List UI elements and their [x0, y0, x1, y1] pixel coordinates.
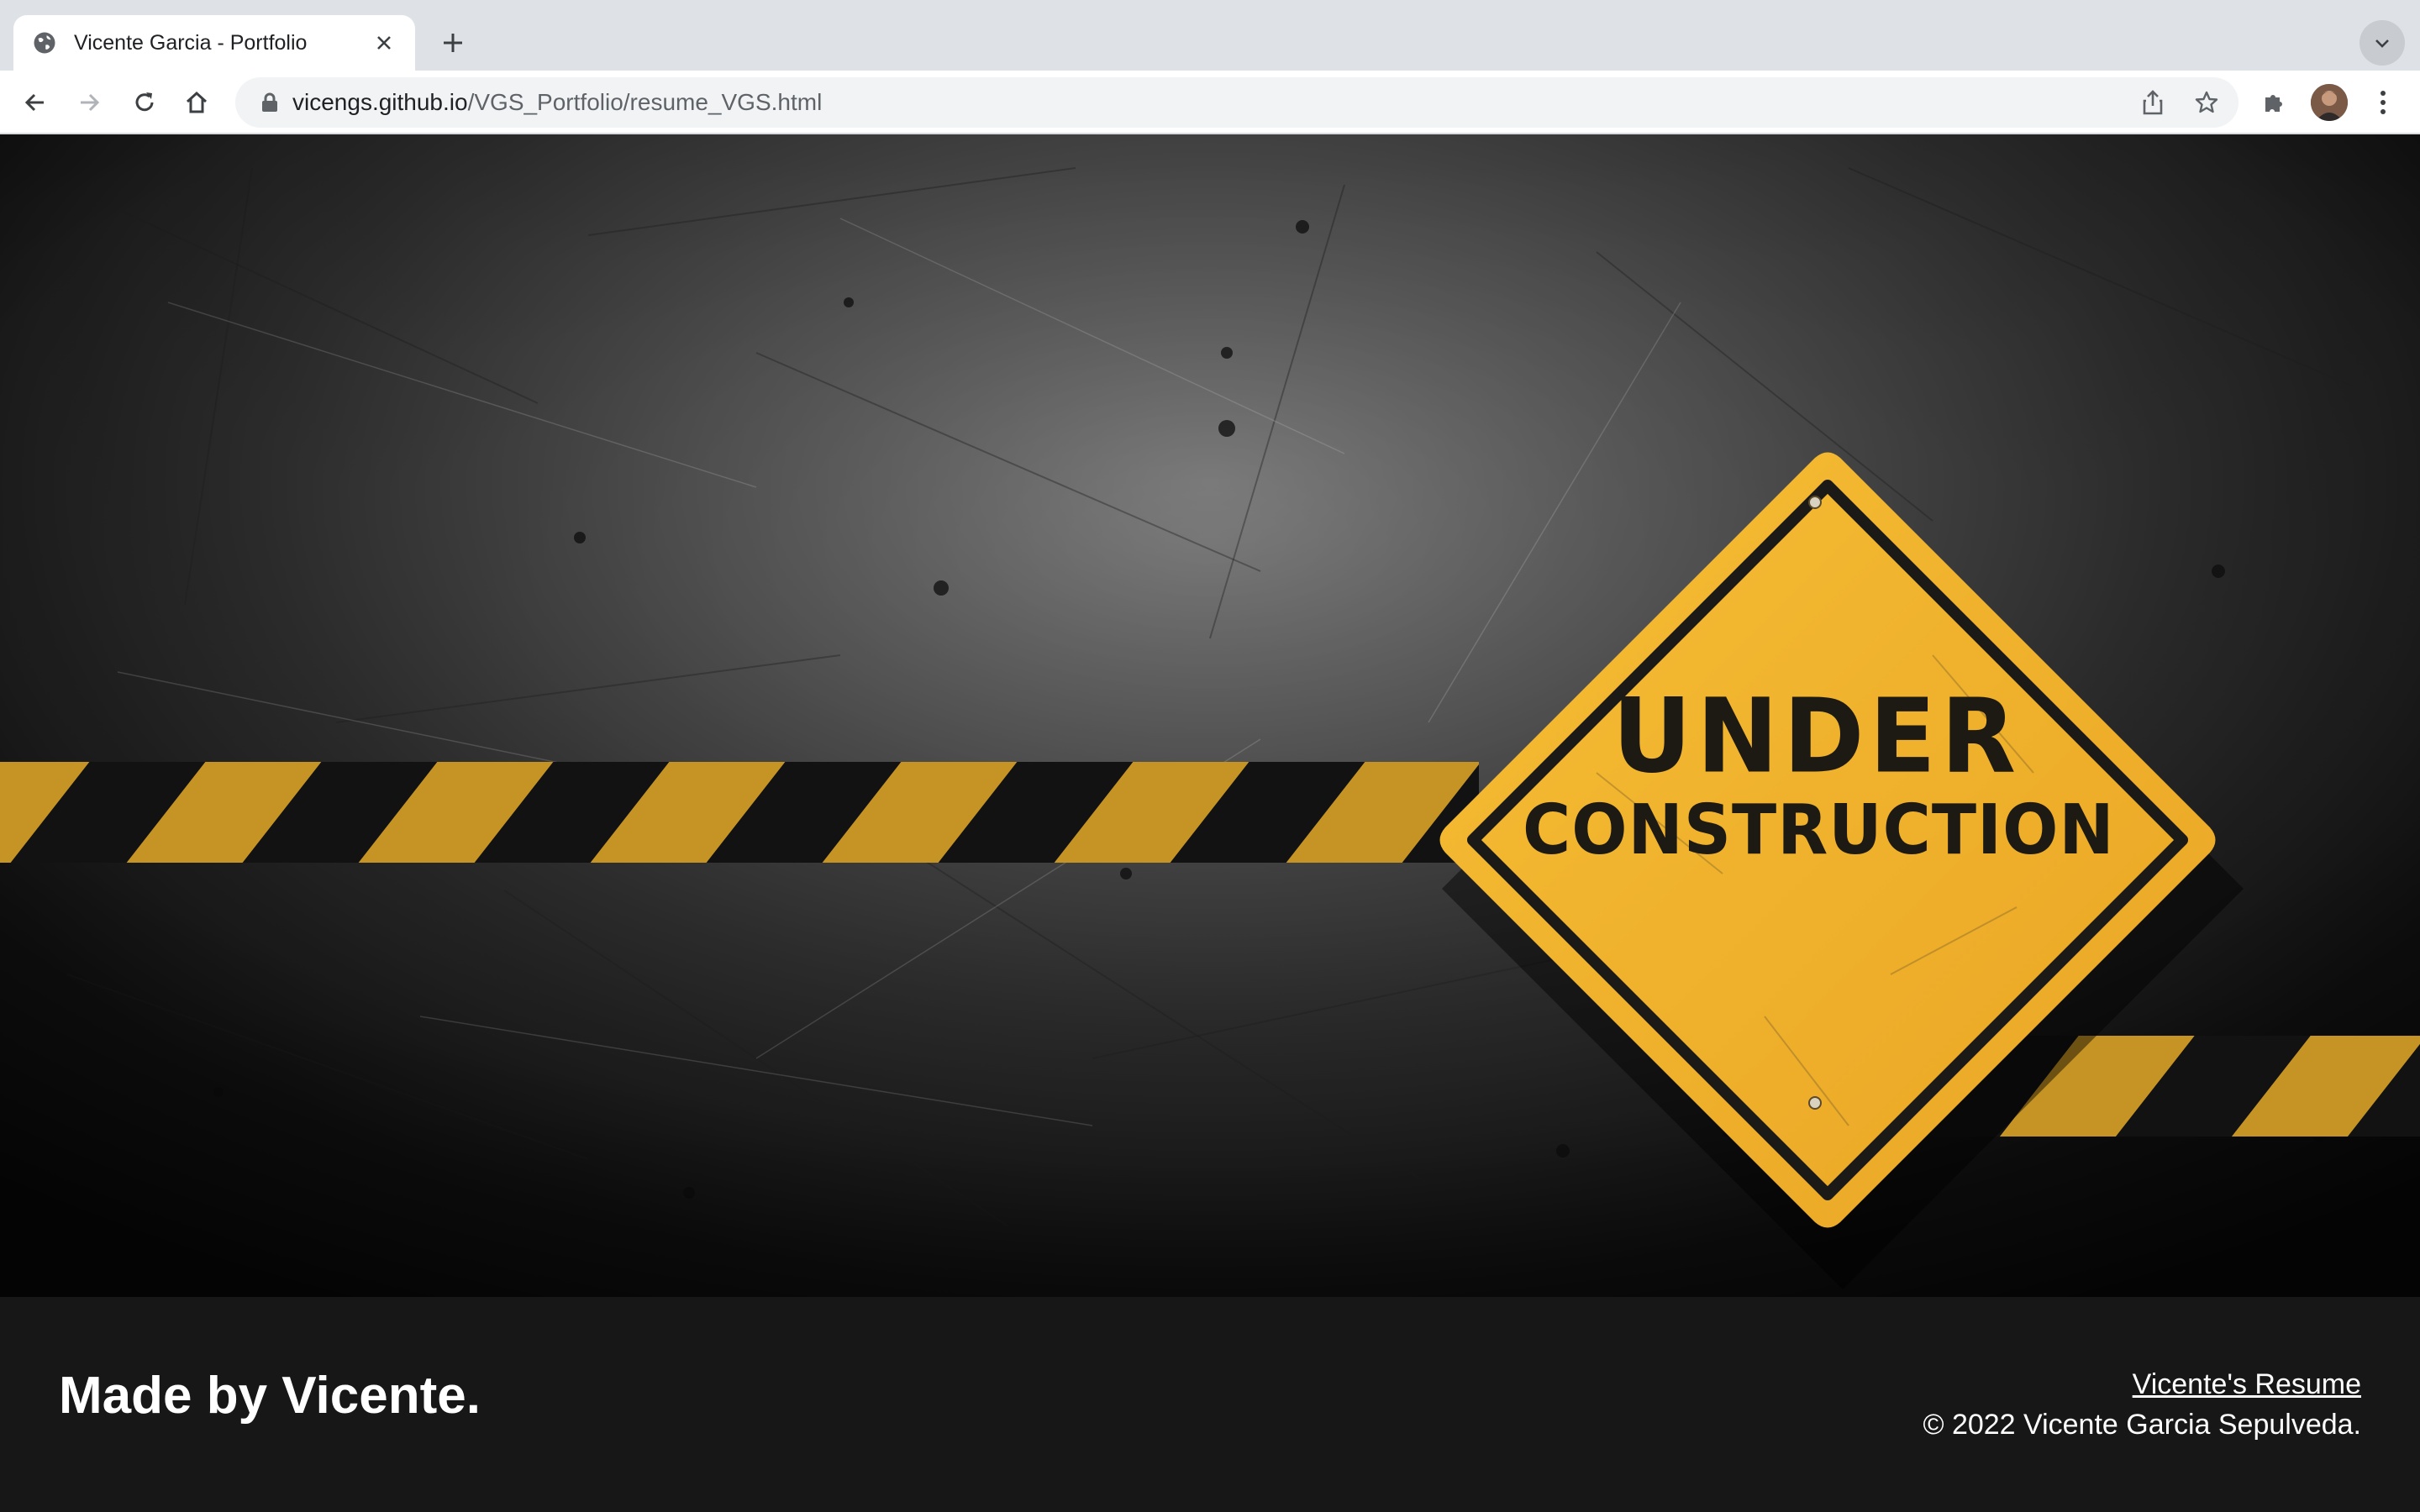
made-by-text: Made by Vicente. [59, 1367, 481, 1425]
address-bar[interactable]: vicengs.github.io/VGS_Portfolio/resume_V… [235, 77, 2238, 128]
sign-text: UNDER CONSTRUCTION [1523, 677, 2115, 875]
browser-toolbar: vicengs.github.io/VGS_Portfolio/resume_V… [0, 71, 2420, 134]
resume-link[interactable]: Vicente's Resume [2133, 1368, 2361, 1400]
url-host: vicengs.github.io [292, 89, 468, 115]
back-button[interactable] [12, 79, 59, 126]
browser-tab[interactable]: Vicente Garcia - Portfolio [13, 15, 415, 71]
browser-menu-button[interactable] [2360, 79, 2407, 126]
copyright-text: © 2022 Vicente Garcia Sepulveda. [1923, 1409, 2361, 1441]
reload-icon [135, 92, 154, 112]
profile-avatar[interactable] [2311, 84, 2348, 121]
sign-line-construction: CONSTRUCTION [1523, 790, 2115, 871]
new-tab-button[interactable] [430, 20, 476, 66]
tab-title: Vicente Garcia - Portfolio [74, 30, 308, 55]
globe-icon [34, 32, 55, 54]
close-tab-icon[interactable] [371, 30, 397, 55]
url-path: /VGS_Portfolio/resume_VGS.html [467, 89, 823, 115]
share-icon[interactable] [2138, 87, 2168, 118]
page-footer: Made by Vicente. Vicente's Resume © 2022… [0, 1297, 2420, 1512]
plus-icon [444, 34, 462, 52]
forward-button[interactable] [66, 79, 113, 126]
footer-right: Vicente's Resume © 2022 Vicente Garcia S… [1923, 1364, 2361, 1445]
url-text: vicengs.github.io/VGS_Portfolio/resume_V… [292, 77, 822, 128]
tab-strip: Vicente Garcia - Portfolio [0, 0, 2420, 71]
arrow-left-icon [24, 93, 44, 112]
sign-line-under: UNDER [1612, 677, 2022, 796]
arrow-right-icon [81, 93, 100, 112]
home-button[interactable] [173, 79, 220, 126]
bookmark-star-icon[interactable] [2191, 87, 2222, 118]
lock-icon [262, 92, 277, 112]
chevron-down-icon [2375, 39, 2389, 48]
extensions-button[interactable] [2250, 79, 2297, 126]
puzzle-icon [2265, 95, 2282, 112]
kebab-menu-icon [2381, 91, 2386, 114]
home-icon [186, 91, 208, 113]
under-construction-hero: UNDER CONSTRUCTION [0, 134, 2420, 1297]
reload-button[interactable] [121, 79, 168, 126]
tab-search-button[interactable] [2360, 20, 2405, 66]
